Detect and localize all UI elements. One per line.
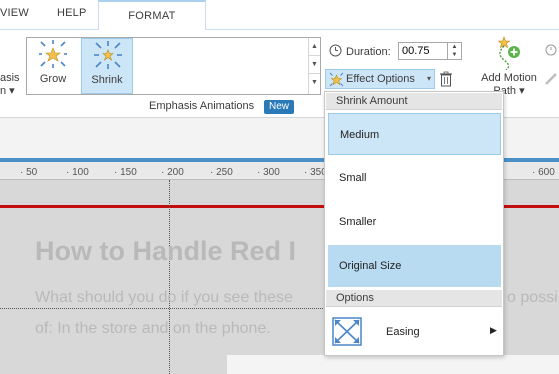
menu-item-easing[interactable]: Easing ▶ <box>328 311 501 355</box>
ruler-tick: · 250 <box>210 167 233 178</box>
menu-section-header: Shrink Amount <box>326 93 502 110</box>
slide-title[interactable]: How to Handle Red I <box>35 236 296 267</box>
menu-item-original-size[interactable]: Original Size <box>328 245 501 287</box>
gallery-expand-icon[interactable]: ▼ <box>309 74 320 92</box>
ribbon-tab-strip: VIEW HELP FORMAT <box>0 0 559 31</box>
easing-icon <box>332 317 362 346</box>
gallery-scroll-up-icon[interactable]: ▲ <box>309 38 320 56</box>
ruler-tick: · 600 <box>532 167 555 178</box>
tab-help[interactable]: HELP <box>57 7 87 19</box>
new-badge: New <box>264 100 294 114</box>
ruler-tick: · 300 <box>257 167 280 178</box>
tab-format[interactable]: FORMAT <box>98 0 206 31</box>
effect-options-menu: Shrink Amount Medium Small Smaller Origi… <box>324 91 504 356</box>
tab-format-label: FORMAT <box>128 10 176 22</box>
menu-item-medium[interactable]: Medium <box>328 113 501 155</box>
ruler-tick: · 150 <box>114 167 137 178</box>
menu-section-header: Options <box>326 290 502 307</box>
content-placeholder[interactable] <box>227 355 559 374</box>
duration-input[interactable] <box>398 42 448 60</box>
left-group-label: asis n ▾ <box>0 72 20 97</box>
gallery-item-label: Grow <box>39 73 67 85</box>
effect-options-button[interactable]: Effect Options ▾ <box>325 69 435 89</box>
trash-icon[interactable] <box>439 71 453 87</box>
tab-view[interactable]: VIEW <box>0 7 29 19</box>
submenu-arrow-icon: ▶ <box>490 325 497 335</box>
animation-gallery: Grow Shrink ▲ ▼ ▼ <box>26 37 321 95</box>
grow-icon <box>39 40 67 68</box>
ruler-tick: · 50 <box>20 167 38 178</box>
effect-options-label: Effect Options <box>346 73 415 85</box>
pencil-icon[interactable] <box>544 72 558 86</box>
ruler-tick: · 200 <box>161 167 184 178</box>
slide-body-text[interactable]: o possi <box>507 289 558 307</box>
vertical-guide <box>169 180 170 374</box>
menu-item-smaller[interactable]: Smaller <box>328 201 501 243</box>
gallery-item-shrink[interactable]: Shrink <box>81 38 133 94</box>
slide-body-text[interactable]: What should you do if you see these <box>35 289 293 307</box>
menu-item-small[interactable]: Small <box>328 157 501 199</box>
gallery-item-label: Shrink <box>91 74 123 86</box>
effect-options-icon <box>329 72 344 87</box>
gallery-scroll-down-icon[interactable]: ▼ <box>309 56 320 74</box>
clock-icon <box>329 44 342 57</box>
easing-label: Easing <box>386 326 420 338</box>
emphasis-animations-label: Emphasis Animations <box>149 100 255 112</box>
duration-label: Duration: <box>346 46 391 58</box>
horizontal-guide <box>0 308 335 309</box>
shrink-icon <box>94 41 122 69</box>
chevron-down-icon: ▾ <box>427 74 432 83</box>
slide-body-text[interactable]: of: In the store and on the phone. <box>35 320 271 338</box>
emphasis-effects-partial-label[interactable]: asis n ▾ <box>0 72 20 98</box>
gallery-item-grow[interactable]: Grow <box>27 38 79 94</box>
add-motion-path-icon[interactable] <box>492 36 524 70</box>
ruler-tick: · 100 <box>66 167 89 178</box>
clock-icon <box>545 44 557 56</box>
duration-spinner[interactable]: ▲ ▼ <box>448 42 462 60</box>
gallery-scrollbar[interactable]: ▲ ▼ ▼ <box>308 38 320 94</box>
